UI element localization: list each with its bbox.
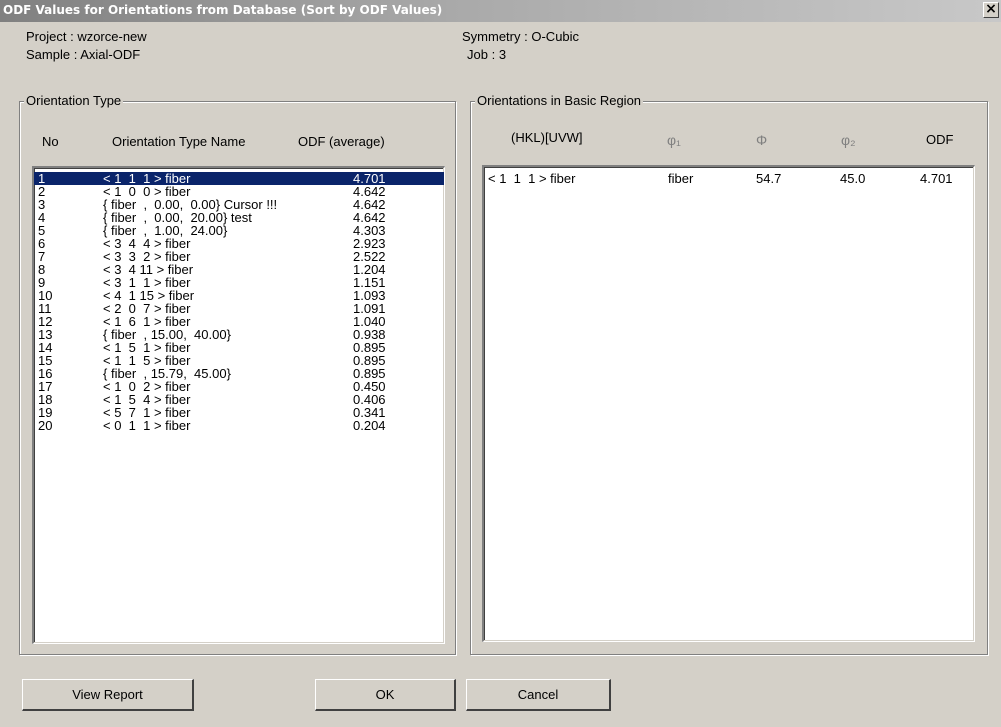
title-bar: ODF Values for Orientations from Databas… [0,0,1001,22]
sample-info: Sample : Axial-ODF [26,47,140,62]
job-value: 3 [498,47,507,62]
job-info: Job : 3 [467,47,506,62]
orientation-row[interactable]: 20 < 0 1 1 > fiber 0.204 [34,419,444,432]
symmetry-label: Symmetry : [462,29,528,44]
close-button[interactable]: × [983,2,999,18]
basic-region-row-Phi: 54.7 [756,171,782,186]
project-value: wzorce-new [77,29,147,44]
view-report-button[interactable]: View Report [22,679,194,711]
basic-region-row-odf: 4.701 [920,171,953,186]
orientation-row-name: < 0 1 1 > fiber [103,418,191,433]
header-no: No [42,134,59,149]
basic-region-row-phi1: fiber [668,171,694,186]
header-odf: ODF [926,132,954,147]
header-orientation-type-name: Orientation Type Name [112,134,246,149]
header-phi2: φ₂ [841,132,856,148]
basic-region-group: Orientations in Basic Region (HKL)[UVW] … [470,93,988,655]
basic-region-list[interactable]: < 1 1 1 > fiber fiber 54.7 45.0 4.701 [482,165,975,642]
symmetry-info: Symmetry : O-Cubic [462,29,579,44]
close-icon: × [985,1,997,17]
basic-region-row[interactable]: < 1 1 1 > fiber fiber 54.7 45.0 4.701 [484,172,974,185]
basic-region-group-title: Orientations in Basic Region [475,93,644,108]
cancel-button[interactable]: Cancel [466,679,611,711]
header-capital-phi: Φ [756,132,768,148]
sample-label: Sample : [26,47,78,62]
sample-value: Axial-ODF [80,47,141,62]
header-phi1: φ₁ [667,132,681,148]
symmetry-value: O-Cubic [531,29,580,44]
project-label: Project : [26,29,74,44]
orientation-type-group: Orientation Type No Orientation Type Nam… [19,93,456,655]
header-hkl-uvw: (HKL)[UVW] [511,130,583,145]
project-info: Project : wzorce-new [26,29,147,44]
job-label: Job : [467,47,496,62]
basic-region-row-phi2: 45.0 [840,171,866,186]
orientation-type-group-title: Orientation Type [24,93,124,108]
orientation-row-no: 20 [38,418,53,433]
ok-button[interactable]: OK [315,679,456,711]
orientation-row-odf: 0.204 [353,418,386,433]
header-odf-average: ODF (average) [298,134,385,149]
window-title: ODF Values for Orientations from Databas… [3,3,443,17]
basic-region-row-hkl: < 1 1 1 > fiber [488,171,576,186]
orientation-type-list[interactable]: 1 < 1 1 1 > fiber 4.701 2 < 1 0 0 > fiber 4.6… [32,166,445,644]
